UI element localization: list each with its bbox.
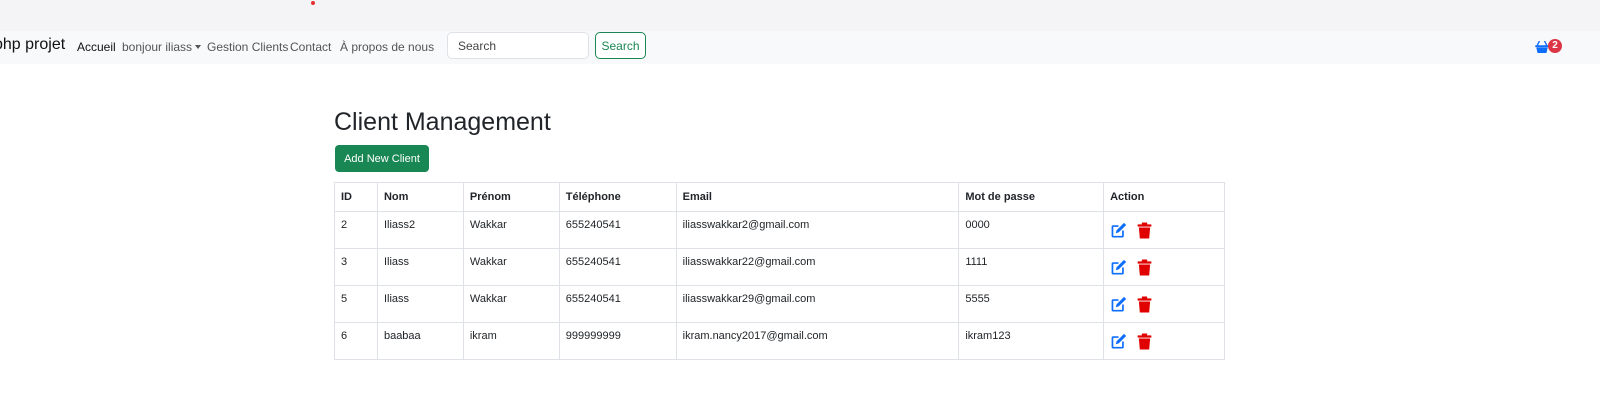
table-row: 2 Iliass2 Wakkar 655240541 iliasswakkar2@gma… <box>334 211 1225 249</box>
nav-link-contact[interactable]: Contact <box>290 40 331 54</box>
navbar: php projet Accueil bonjour iliass Gestio… <box>0 31 1600 64</box>
cell-nom: baabaa <box>376 322 464 360</box>
column-header-email: Email <box>675 182 960 212</box>
cell-email: ikram.nancy2017@gmail.com <box>675 322 960 360</box>
trash-icon[interactable] <box>1136 333 1153 350</box>
column-header-action: Action <box>1103 182 1225 212</box>
cell-prenom: ikram <box>462 322 560 360</box>
cell-telephone: 999999999 <box>558 322 677 360</box>
browser-top-strip <box>0 0 1600 31</box>
cell-mot-de-passe: 5555 <box>958 285 1105 323</box>
edit-icon[interactable] <box>1110 259 1127 276</box>
page-title: Client Management <box>334 108 551 136</box>
nav-dropdown-label: bonjour iliass <box>122 40 193 54</box>
cell-email: iliasswakkar2@gmail.com <box>675 211 960 249</box>
cell-action <box>1103 285 1225 323</box>
column-header-id: ID <box>334 182 378 212</box>
table-row: 5 Iliass Wakkar 655240541 iliasswakkar29@gma… <box>334 285 1225 323</box>
cart-count-badge: 2 <box>1548 39 1562 53</box>
red-dot-marker <box>311 1 315 5</box>
cell-id: 2 <box>334 211 378 249</box>
basket-icon <box>1535 41 1549 53</box>
cell-prenom: Wakkar <box>462 248 560 286</box>
nav-link-a-propos[interactable]: À propos de nous <box>340 40 434 54</box>
table-header-row: ID Nom Prénom Téléphone Email Mot de pas… <box>334 182 1225 212</box>
table-row: 3 Iliass Wakkar 655240541 iliasswakkar22@gma… <box>334 248 1225 286</box>
column-header-telephone: Téléphone <box>558 182 677 212</box>
cell-email: iliasswakkar29@gmail.com <box>675 285 960 323</box>
cell-prenom: Wakkar <box>462 285 560 323</box>
add-new-client-button[interactable]: Add New Client <box>335 145 429 172</box>
edit-icon[interactable] <box>1110 222 1127 239</box>
cell-telephone: 655240541 <box>558 285 677 323</box>
cell-telephone: 655240541 <box>558 248 677 286</box>
caret-down-icon <box>195 45 202 49</box>
cart-button[interactable]: 2 <box>1535 39 1565 55</box>
cell-mot-de-passe: 0000 <box>958 211 1105 249</box>
search-button[interactable]: Search <box>595 32 646 59</box>
cell-id: 3 <box>334 248 378 286</box>
cell-email: iliasswakkar22@gmail.com <box>675 248 960 286</box>
row-actions <box>1110 259 1153 276</box>
cell-telephone: 655240541 <box>558 211 677 249</box>
cell-mot-de-passe: 1111 <box>958 248 1105 286</box>
cell-id: 5 <box>334 285 378 323</box>
row-actions <box>1110 296 1153 313</box>
nav-link-gestion-clients[interactable]: Gestion Clients <box>207 40 288 54</box>
column-header-prenom: Prénom <box>462 182 560 212</box>
cell-action <box>1103 322 1225 360</box>
cell-nom: Iliass <box>376 248 464 286</box>
column-header-nom: Nom <box>376 182 464 212</box>
edit-icon[interactable] <box>1110 296 1127 313</box>
cell-nom: Iliass <box>376 285 464 323</box>
edit-icon[interactable] <box>1110 333 1127 350</box>
cell-id: 6 <box>334 322 378 360</box>
cell-action <box>1103 248 1225 286</box>
trash-icon[interactable] <box>1136 296 1153 313</box>
trash-icon[interactable] <box>1136 222 1153 239</box>
nav-link-accueil[interactable]: Accueil <box>77 40 116 54</box>
clients-table-body: 2 Iliass2 Wakkar 655240541 iliasswakkar2@gma… <box>334 211 1225 360</box>
table-row: 6 baabaa ikram 999999999 ikram.nancy2017@gma… <box>334 322 1225 360</box>
cell-action <box>1103 211 1225 249</box>
row-actions <box>1110 333 1153 350</box>
row-actions <box>1110 222 1153 239</box>
trash-icon[interactable] <box>1136 259 1153 276</box>
navbar-brand[interactable]: php projet <box>0 36 65 54</box>
nav-dropdown-user[interactable]: bonjour iliass <box>122 40 202 54</box>
cell-prenom: Wakkar <box>462 211 560 249</box>
cell-mot-de-passe: ikram123 <box>958 322 1105 360</box>
clients-table: ID Nom Prénom Téléphone Email Mot de pas… <box>334 182 1225 360</box>
cell-nom: Iliass2 <box>376 211 464 249</box>
column-header-mot-de-passe: Mot de passe <box>958 182 1105 212</box>
search-input[interactable] <box>447 32 589 59</box>
